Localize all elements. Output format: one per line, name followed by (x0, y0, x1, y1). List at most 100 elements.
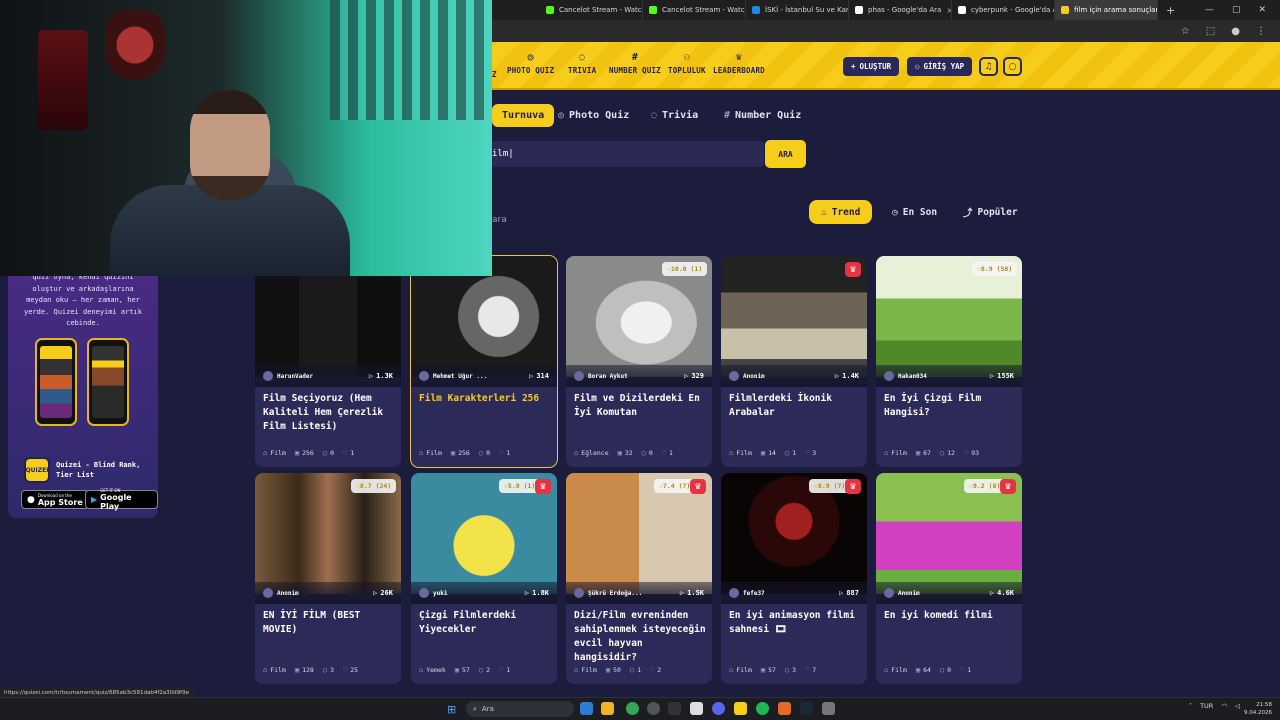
new-tab-button[interactable]: + (1158, 4, 1183, 17)
quiz-title[interactable]: EN İYİ FİLM (BEST MOVIE) (263, 609, 395, 637)
author-name[interactable]: Mehmet Uğur ... (433, 373, 487, 380)
browser-tab[interactable]: phas - Google'da Ara× (849, 0, 952, 20)
windows-start-icon[interactable]: ⊞ (447, 703, 456, 716)
app-store-button[interactable]: ● Download on the App Store (21, 490, 89, 509)
profile-icon[interactable]: ● (1231, 26, 1240, 37)
stat-value: 64 (923, 666, 931, 674)
category-tab[interactable]: ◎ Photo Quiz (548, 104, 639, 127)
nav-item[interactable]: ◌ TRIVIA (568, 52, 596, 75)
category-tab[interactable]: # Number Quiz (714, 104, 811, 127)
trophy-icon: ♛ (735, 52, 743, 63)
search-input[interactable]: ilm | (492, 141, 764, 167)
quiz-title[interactable]: En iyi komedi filmi (884, 609, 1016, 623)
nav-item[interactable]: ♛ LEADERBOARD (713, 52, 765, 75)
quiz-card[interactable]: ☆ 8.9 (7) ♛ fefe37 ▷ 887 En iyi animasyon fil… (721, 473, 867, 684)
author-bar: Boran Aykut ▷ 329 (566, 365, 712, 387)
category-tab[interactable]: Turnuva (492, 104, 555, 127)
nav-item[interactable]: ◎ PHOTO QUIZ (507, 52, 554, 75)
chevron-up-icon[interactable]: ˄ (1189, 702, 1192, 710)
quiz-card[interactable]: ☆ 7.4 (7) ♛ Şükrü Erdoğa... ▷ 1.5K Dizi/Film … (566, 473, 712, 684)
bookmark-star-icon[interactable]: ☆ (1181, 26, 1190, 37)
create-button[interactable]: + OLUŞTUR (843, 57, 900, 76)
author-name[interactable]: Boran Aykut (588, 373, 628, 380)
language-indicator[interactable]: TUR (1200, 702, 1213, 710)
menu-icon[interactable]: ⋮ (1256, 26, 1266, 37)
quiz-title[interactable]: Film Seçiyoruz (Hem Kaliteli Hem Çerezli… (263, 392, 395, 434)
browser-tab[interactable]: cyberpunk - Google'da Ara× (952, 0, 1055, 20)
sort-tab[interactable]: ⤴ Popüler (951, 200, 1030, 224)
quiz-card[interactable]: ☆ 8.9 (58) Hakan034 ▷ 155K En İyi Çizgi Film… (876, 256, 1022, 467)
app-icon[interactable] (647, 702, 660, 715)
quiz-card[interactable]: ☆ 5.0 (1) ♛ yuki ▷ 1.8K Çizgi Filmlerdeki Yiy… (411, 473, 557, 684)
app-name: Quizei - Blind Rank, Tier List (56, 461, 141, 479)
browser-tab[interactable]: Cancelot Stream - Watch× (540, 0, 643, 20)
quiz-card[interactable]: ☆ 8.7 (24) Anonim ▷ 26K EN İYİ FİLM (BEST MO… (255, 473, 401, 684)
search-button[interactable]: ARA (765, 140, 806, 168)
nav-item[interactable]: # NUMBER QUIZ (609, 52, 661, 75)
tag-icon: ⌂ (419, 666, 424, 674)
quiz-card[interactable]: ☆ 10.0 (1) Boran Aykut ▷ 329 Film ve Diziler… (566, 256, 712, 467)
nav-item[interactable]: ⚇ TOPLULUK (668, 52, 706, 75)
edge-icon[interactable] (580, 702, 593, 715)
comment-icon: ◯ (478, 449, 484, 457)
quiz-title[interactable]: En iyi animasyon filmi sahnesi 🎞 (729, 609, 861, 637)
sticky-notes-icon[interactable] (734, 702, 747, 715)
browser-tab[interactable]: film için arama sonuçları× (1055, 0, 1158, 20)
author-name[interactable]: Anonim (277, 590, 299, 597)
wifi-icon[interactable]: ◠ (1221, 702, 1227, 710)
author-name[interactable]: fefe37 (743, 590, 765, 597)
discord-icon[interactable] (712, 702, 725, 715)
clock[interactable]: 21:58 9.04.2026 (1244, 701, 1272, 717)
stat-likes: ♡ 3 (805, 449, 816, 457)
author-name[interactable]: Hakan034 (898, 373, 927, 380)
nav-item-label: TRIVIA (568, 66, 597, 75)
comment-icon: ◯ (322, 449, 328, 457)
volume-icon[interactable]: ◁ (1235, 702, 1240, 710)
taskbar-search[interactable]: ⌕ Ara (466, 701, 574, 717)
extensions-icon[interactable]: ⬚ (1206, 26, 1215, 37)
question-icon: ▣ (294, 449, 300, 457)
notification-bell-icon[interactable]: ♫ (979, 57, 998, 76)
author-name[interactable]: Anonim (898, 590, 920, 597)
quiz-title[interactable]: Çizgi Filmlerdeki Yiyecekler (419, 609, 551, 637)
app-icon[interactable] (668, 702, 681, 715)
user-icon: ⚇ (915, 62, 920, 71)
quiz-card[interactable]: ♛ Anonim ▷ 1.4K Filmlerdeki İkonik Arabalar ⌂… (721, 256, 867, 467)
quiz-card[interactable]: HarunVader ▷ 1.3K Film Seçiyoruz (Hem Kalit… (255, 256, 401, 467)
chrome-icon[interactable] (626, 702, 639, 715)
author-name[interactable]: yuki (433, 590, 447, 597)
quiz-title[interactable]: Filmlerdeki İkonik Arabalar (729, 392, 861, 420)
search-icon[interactable]: ○ (1003, 57, 1022, 76)
sort-tab[interactable]: ♨ Trend (809, 200, 873, 224)
quiz-title[interactable]: Dizi/Film evreninden sahiplenmek isteyec… (574, 609, 706, 665)
maximize-icon[interactable]: ▢ (1232, 5, 1241, 15)
close-window-icon[interactable]: ✕ (1258, 5, 1266, 15)
settings-icon[interactable] (822, 702, 835, 715)
search-value: ilm (492, 149, 509, 159)
card-stats: ⌂ Film ▣ 57 ◯ 3 ♡ 7 (729, 664, 861, 676)
quiz-title[interactable]: Film ve Dizilerdeki En İyi Komutan (574, 392, 706, 420)
author-name[interactable]: HarunVader (277, 373, 313, 380)
notepad-icon[interactable] (690, 702, 703, 715)
browser-tab[interactable]: Cancelot Stream - Watch× (643, 0, 746, 20)
category-tab[interactable]: ◌ Trivia (641, 104, 708, 127)
play-count-value: 1.8K (532, 589, 549, 597)
quiz-title[interactable]: Film Karakterleri 256 (419, 392, 551, 406)
play-count-value: 1.4K (842, 372, 859, 380)
author-name[interactable]: Anonim (743, 373, 765, 380)
minimize-icon[interactable]: — (1205, 5, 1214, 15)
google-play-button[interactable]: ▶ GET IT ON Google Play (85, 488, 158, 511)
steam-icon[interactable] (800, 702, 813, 715)
file-explorer-icon[interactable] (601, 702, 614, 715)
stat-value: 1 (350, 449, 355, 457)
login-button[interactable]: ⚇ GİRİŞ YAP (907, 57, 973, 76)
author-name[interactable]: Şükrü Erdoğa... (588, 590, 642, 597)
quiz-card[interactable]: Mehmet Uğur ... ▷ 314 Film Karakterleri 256… (410, 255, 558, 468)
app-icon[interactable] (778, 702, 791, 715)
browser-tab[interactable]: İSKİ - İstanbul Su ve Kanalizasyon× (746, 0, 849, 20)
heart-icon: ♡ (805, 666, 810, 674)
quiz-card[interactable]: ☆ 9.2 (8) ♛ Anonim ▷ 4.6K En iyi komedi filmi… (876, 473, 1022, 684)
spotify-icon[interactable] (756, 702, 769, 715)
sort-tab[interactable]: ◷ En Son (880, 200, 949, 224)
quiz-title[interactable]: En İyi Çizgi Film Hangisi? (884, 392, 1016, 420)
